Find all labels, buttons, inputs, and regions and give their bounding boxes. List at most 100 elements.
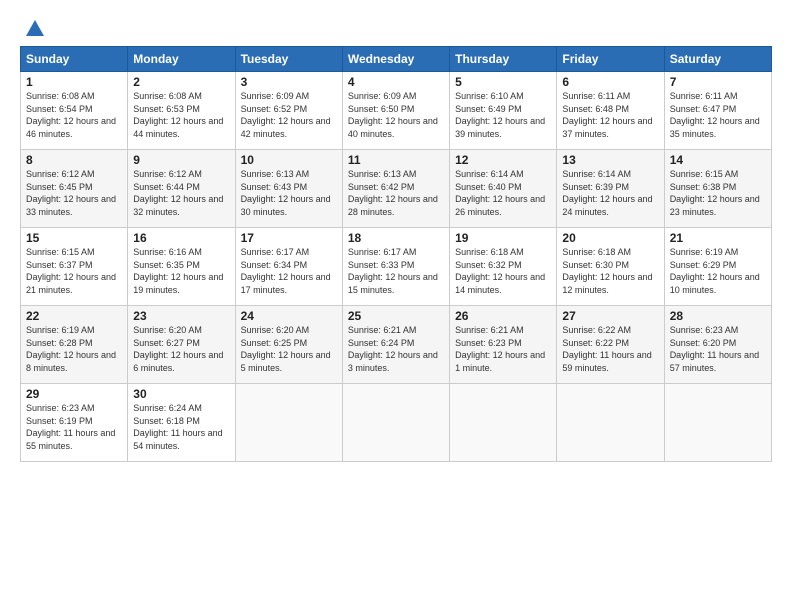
day-number: 10 (241, 153, 337, 167)
calendar-day-cell: 12 Sunrise: 6:14 AM Sunset: 6:40 PM Dayl… (450, 150, 557, 228)
day-number: 3 (241, 75, 337, 89)
calendar-day-cell (235, 384, 342, 462)
weekday-header-friday: Friday (557, 47, 664, 72)
calendar-day-cell: 13 Sunrise: 6:14 AM Sunset: 6:39 PM Dayl… (557, 150, 664, 228)
calendar-day-cell: 30 Sunrise: 6:24 AM Sunset: 6:18 PM Dayl… (128, 384, 235, 462)
calendar-day-cell: 20 Sunrise: 6:18 AM Sunset: 6:30 PM Dayl… (557, 228, 664, 306)
calendar-day-cell: 9 Sunrise: 6:12 AM Sunset: 6:44 PM Dayli… (128, 150, 235, 228)
calendar-day-cell: 1 Sunrise: 6:08 AM Sunset: 6:54 PM Dayli… (21, 72, 128, 150)
weekday-header-tuesday: Tuesday (235, 47, 342, 72)
day-info: Sunrise: 6:17 AM Sunset: 6:33 PM Dayligh… (348, 246, 444, 296)
day-info: Sunrise: 6:11 AM Sunset: 6:47 PM Dayligh… (670, 90, 766, 140)
day-number: 26 (455, 309, 551, 323)
weekday-header-wednesday: Wednesday (342, 47, 449, 72)
calendar-day-cell: 29 Sunrise: 6:23 AM Sunset: 6:19 PM Dayl… (21, 384, 128, 462)
calendar-day-cell: 26 Sunrise: 6:21 AM Sunset: 6:23 PM Dayl… (450, 306, 557, 384)
weekday-header-sunday: Sunday (21, 47, 128, 72)
day-number: 15 (26, 231, 122, 245)
day-number: 1 (26, 75, 122, 89)
day-number: 27 (562, 309, 658, 323)
calendar-day-cell: 4 Sunrise: 6:09 AM Sunset: 6:50 PM Dayli… (342, 72, 449, 150)
day-info: Sunrise: 6:18 AM Sunset: 6:30 PM Dayligh… (562, 246, 658, 296)
day-info: Sunrise: 6:20 AM Sunset: 6:25 PM Dayligh… (241, 324, 337, 374)
logo-icon (24, 18, 46, 40)
day-info: Sunrise: 6:11 AM Sunset: 6:48 PM Dayligh… (562, 90, 658, 140)
day-info: Sunrise: 6:08 AM Sunset: 6:53 PM Dayligh… (133, 90, 229, 140)
day-number: 11 (348, 153, 444, 167)
day-number: 23 (133, 309, 229, 323)
day-number: 7 (670, 75, 766, 89)
day-number: 9 (133, 153, 229, 167)
day-info: Sunrise: 6:09 AM Sunset: 6:50 PM Dayligh… (348, 90, 444, 140)
day-info: Sunrise: 6:23 AM Sunset: 6:20 PM Dayligh… (670, 324, 766, 374)
day-number: 16 (133, 231, 229, 245)
day-info: Sunrise: 6:08 AM Sunset: 6:54 PM Dayligh… (26, 90, 122, 140)
day-info: Sunrise: 6:15 AM Sunset: 6:37 PM Dayligh… (26, 246, 122, 296)
calendar-day-cell: 23 Sunrise: 6:20 AM Sunset: 6:27 PM Dayl… (128, 306, 235, 384)
day-info: Sunrise: 6:12 AM Sunset: 6:45 PM Dayligh… (26, 168, 122, 218)
calendar-table: SundayMondayTuesdayWednesdayThursdayFrid… (20, 46, 772, 462)
weekday-header-monday: Monday (128, 47, 235, 72)
calendar-day-cell: 19 Sunrise: 6:18 AM Sunset: 6:32 PM Dayl… (450, 228, 557, 306)
calendar-day-cell: 24 Sunrise: 6:20 AM Sunset: 6:25 PM Dayl… (235, 306, 342, 384)
day-info: Sunrise: 6:12 AM Sunset: 6:44 PM Dayligh… (133, 168, 229, 218)
day-number: 30 (133, 387, 229, 401)
calendar-day-cell: 17 Sunrise: 6:17 AM Sunset: 6:34 PM Dayl… (235, 228, 342, 306)
day-info: Sunrise: 6:24 AM Sunset: 6:18 PM Dayligh… (133, 402, 229, 452)
day-number: 2 (133, 75, 229, 89)
day-info: Sunrise: 6:23 AM Sunset: 6:19 PM Dayligh… (26, 402, 122, 452)
day-number: 8 (26, 153, 122, 167)
calendar-day-cell: 8 Sunrise: 6:12 AM Sunset: 6:45 PM Dayli… (21, 150, 128, 228)
day-number: 24 (241, 309, 337, 323)
calendar-header-row: SundayMondayTuesdayWednesdayThursdayFrid… (21, 47, 772, 72)
day-number: 22 (26, 309, 122, 323)
day-number: 14 (670, 153, 766, 167)
day-info: Sunrise: 6:21 AM Sunset: 6:23 PM Dayligh… (455, 324, 551, 374)
day-info: Sunrise: 6:18 AM Sunset: 6:32 PM Dayligh… (455, 246, 551, 296)
day-info: Sunrise: 6:19 AM Sunset: 6:29 PM Dayligh… (670, 246, 766, 296)
day-info: Sunrise: 6:20 AM Sunset: 6:27 PM Dayligh… (133, 324, 229, 374)
day-info: Sunrise: 6:14 AM Sunset: 6:40 PM Dayligh… (455, 168, 551, 218)
calendar-day-cell: 27 Sunrise: 6:22 AM Sunset: 6:22 PM Dayl… (557, 306, 664, 384)
day-number: 25 (348, 309, 444, 323)
day-info: Sunrise: 6:13 AM Sunset: 6:43 PM Dayligh… (241, 168, 337, 218)
weekday-header-saturday: Saturday (664, 47, 771, 72)
day-number: 28 (670, 309, 766, 323)
calendar-day-cell (664, 384, 771, 462)
calendar-day-cell: 15 Sunrise: 6:15 AM Sunset: 6:37 PM Dayl… (21, 228, 128, 306)
calendar-day-cell: 11 Sunrise: 6:13 AM Sunset: 6:42 PM Dayl… (342, 150, 449, 228)
logo (20, 18, 46, 36)
calendar-day-cell (557, 384, 664, 462)
day-info: Sunrise: 6:17 AM Sunset: 6:34 PM Dayligh… (241, 246, 337, 296)
calendar-week-row: 15 Sunrise: 6:15 AM Sunset: 6:37 PM Dayl… (21, 228, 772, 306)
day-number: 5 (455, 75, 551, 89)
day-number: 29 (26, 387, 122, 401)
day-number: 18 (348, 231, 444, 245)
calendar-day-cell: 18 Sunrise: 6:17 AM Sunset: 6:33 PM Dayl… (342, 228, 449, 306)
day-number: 19 (455, 231, 551, 245)
header (20, 18, 772, 36)
day-number: 13 (562, 153, 658, 167)
day-number: 21 (670, 231, 766, 245)
day-info: Sunrise: 6:14 AM Sunset: 6:39 PM Dayligh… (562, 168, 658, 218)
calendar-day-cell: 10 Sunrise: 6:13 AM Sunset: 6:43 PM Dayl… (235, 150, 342, 228)
calendar-week-row: 22 Sunrise: 6:19 AM Sunset: 6:28 PM Dayl… (21, 306, 772, 384)
calendar-week-row: 8 Sunrise: 6:12 AM Sunset: 6:45 PM Dayli… (21, 150, 772, 228)
day-number: 4 (348, 75, 444, 89)
day-info: Sunrise: 6:13 AM Sunset: 6:42 PM Dayligh… (348, 168, 444, 218)
day-info: Sunrise: 6:19 AM Sunset: 6:28 PM Dayligh… (26, 324, 122, 374)
calendar-day-cell: 16 Sunrise: 6:16 AM Sunset: 6:35 PM Dayl… (128, 228, 235, 306)
day-number: 6 (562, 75, 658, 89)
calendar-day-cell: 22 Sunrise: 6:19 AM Sunset: 6:28 PM Dayl… (21, 306, 128, 384)
calendar-day-cell (450, 384, 557, 462)
weekday-header-thursday: Thursday (450, 47, 557, 72)
day-info: Sunrise: 6:21 AM Sunset: 6:24 PM Dayligh… (348, 324, 444, 374)
calendar-day-cell: 5 Sunrise: 6:10 AM Sunset: 6:49 PM Dayli… (450, 72, 557, 150)
calendar-page: SundayMondayTuesdayWednesdayThursdayFrid… (0, 0, 792, 612)
calendar-day-cell: 6 Sunrise: 6:11 AM Sunset: 6:48 PM Dayli… (557, 72, 664, 150)
calendar-week-row: 1 Sunrise: 6:08 AM Sunset: 6:54 PM Dayli… (21, 72, 772, 150)
day-number: 17 (241, 231, 337, 245)
calendar-day-cell: 14 Sunrise: 6:15 AM Sunset: 6:38 PM Dayl… (664, 150, 771, 228)
day-number: 12 (455, 153, 551, 167)
day-number: 20 (562, 231, 658, 245)
